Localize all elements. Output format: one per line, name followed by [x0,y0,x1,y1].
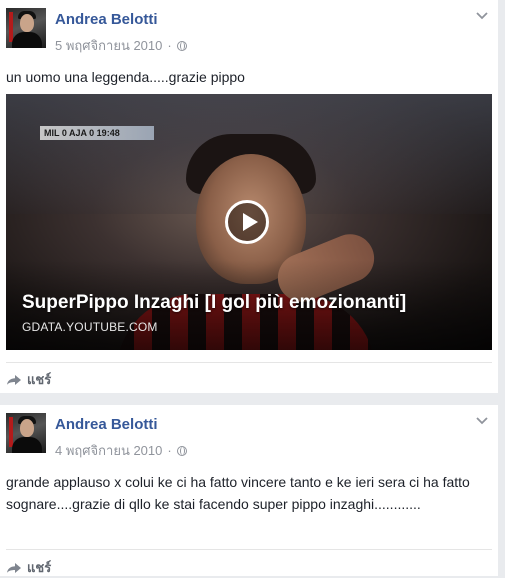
avatar-detail [20,14,34,32]
avatar-detail [20,419,34,437]
meta-separator: · [167,38,172,53]
avatar-detail [12,437,42,453]
author-name-link[interactable]: Andrea Belotti [55,11,158,28]
post-meta: 4 พฤศจิกายน 2010 · [55,440,187,461]
globe-icon[interactable] [176,445,187,456]
video-title[interactable]: SuperPippo Inzaghi [I gol più emozionant… [22,292,482,314]
post-meta: 5 พฤศจิกายน 2010 · [55,35,187,56]
video-preview[interactable]: MIL 0 AJA 0 19:48 SuperPippo Inzaghi [I … [6,94,492,350]
avatar[interactable] [6,413,46,453]
share-label: แชร์ [27,372,52,387]
meta-separator: · [167,443,172,458]
share-arrow-icon [7,374,21,385]
share-button[interactable]: แชร์ [6,557,51,578]
post-date-link[interactable]: 4 พฤศจิกายน 2010 [55,440,162,461]
post-date-link[interactable]: 5 พฤศจิกายน 2010 [55,35,162,56]
post-text: un uomo una leggenda.....grazie pippo [6,69,245,85]
divider [6,362,492,363]
score-overlay: MIL 0 AJA 0 19:48 [40,126,154,140]
video-source: GDATA.YOUTUBE.COM [22,320,158,334]
divider [6,549,492,550]
avatar[interactable] [6,8,46,48]
share-arrow-icon [7,562,21,573]
share-button[interactable]: แชร์ [6,369,51,390]
avatar-detail [12,32,42,48]
globe-icon[interactable] [176,40,187,51]
play-icon[interactable] [225,200,269,244]
chevron-down-icon[interactable] [476,417,488,425]
feed-post: Andrea Belotti 5 พฤศจิกายน 2010 · un uom… [0,0,498,393]
post-text: grande applauso x colui ke ci ha fatto v… [6,474,470,512]
chevron-down-icon[interactable] [476,12,488,20]
author-name-link[interactable]: Andrea Belotti [55,416,158,433]
share-label: แชร์ [27,560,52,575]
feed-post: Andrea Belotti 4 พฤศจิกายน 2010 · grande… [0,405,498,576]
